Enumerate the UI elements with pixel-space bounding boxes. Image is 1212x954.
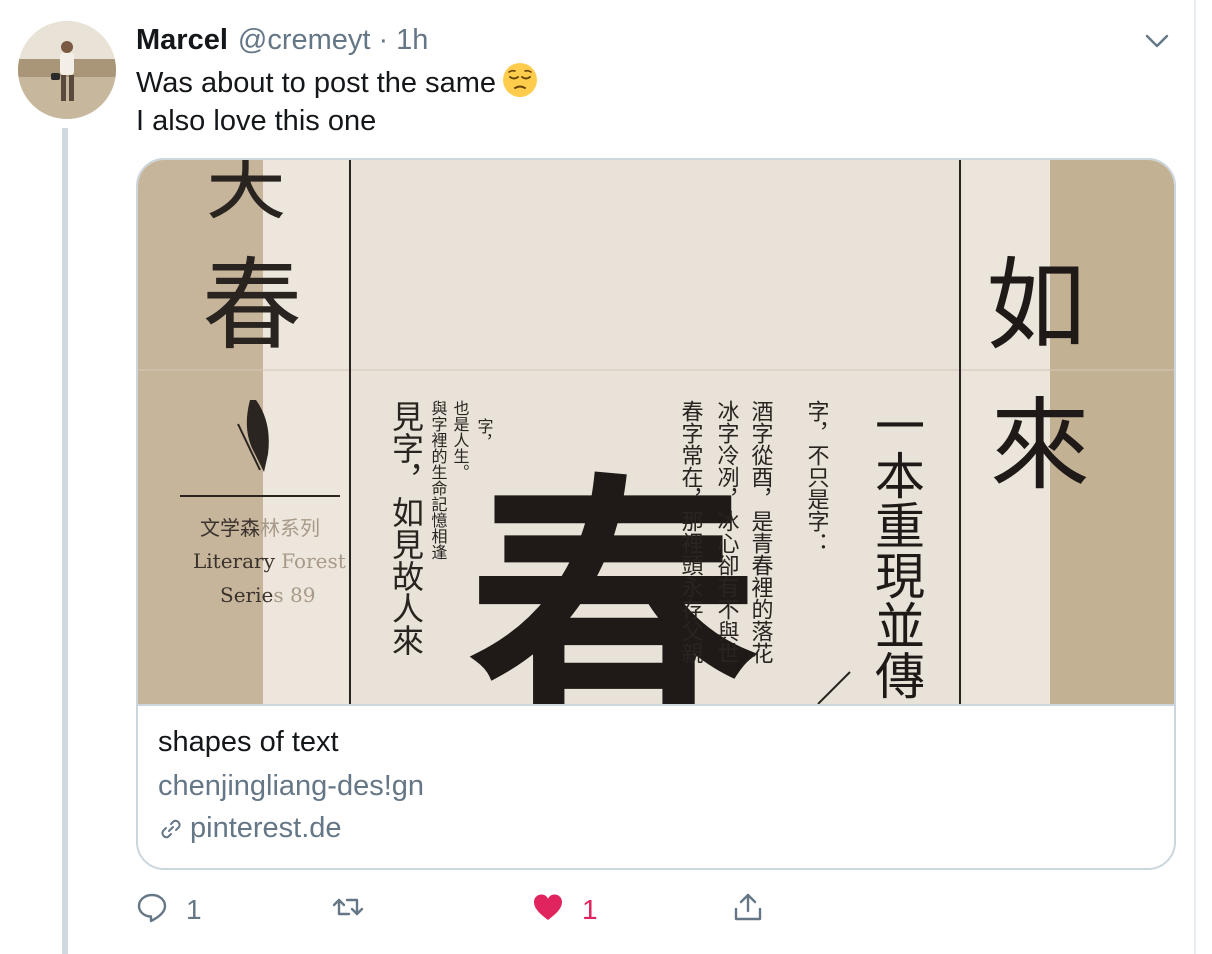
link-icon (158, 816, 184, 842)
cover-column-a: 見字，如見故人來 (387, 400, 425, 656)
cover-column-g: 酒字從酉，是青春裡的落花 (748, 400, 774, 664)
author-name[interactable]: Marcel (136, 24, 228, 57)
tweet-text-line2: I also love this one (136, 105, 377, 137)
timeline-border (1194, 0, 1196, 954)
cover-glyph-right-a: 如 (986, 247, 1086, 364)
card-description: chenjingliang-des!gn (158, 770, 425, 802)
separator-dot: · (378, 23, 389, 56)
retweet-icon (332, 891, 364, 930)
cover-series-en1: Literary Forest (193, 549, 346, 573)
card-title[interactable]: shapes of text (158, 726, 339, 759)
cover-column-e: 春字常在，那裡頭永存父親 (678, 400, 704, 664)
link-card[interactable]: 天 春 文学森林系列 Literary Forest Series 89 見字，… (136, 158, 1176, 870)
cover-glyph-right-b: 來 (990, 387, 1090, 504)
retweet-button[interactable] (332, 886, 382, 934)
cover-column-h: 字，不只是字： (804, 400, 830, 554)
share-button[interactable] (732, 886, 782, 934)
heart-icon (532, 891, 564, 930)
reply-count: 1 (186, 894, 202, 925)
cover-glyph-left: 春 (202, 247, 302, 364)
cover-glyph-left-top: 天 (206, 160, 286, 231)
reply-button[interactable]: 1 (136, 886, 202, 934)
cover-series-cn: 文学森林系列 (200, 516, 320, 540)
avatar[interactable] (18, 21, 116, 119)
author-handle[interactable]: @cremeyt (238, 24, 371, 57)
tweet-text: Was about to post the same I also love t… (136, 62, 1136, 140)
cover-column-f: 冰字冷冽，冰心卻有不與世 (714, 400, 740, 664)
card-domain[interactable]: pinterest.de (158, 812, 342, 845)
cover-column-i: 一本重現並傳 (867, 400, 925, 700)
thread-line (62, 128, 68, 954)
tweet-page: Marcel @cremeyt · 1h Was about to post t… (0, 0, 1212, 954)
cover-column-c: 也是人生。 (451, 400, 470, 480)
card-image[interactable]: 天 春 文学森林系列 Literary Forest Series 89 見字，… (138, 160, 1174, 706)
cover-column-b: 與字裡的生命記憶相逢 (429, 400, 448, 560)
pensive-face-icon (502, 62, 538, 98)
tweet-header: Marcel @cremeyt · 1h (136, 22, 428, 58)
like-button[interactable]: 1 (532, 886, 598, 934)
tweet-text-line1: Was about to post the same (136, 67, 497, 99)
reply-icon (136, 891, 168, 930)
action-bar: 1 1 (136, 886, 836, 934)
share-icon (732, 891, 764, 930)
cover-series-en2: Series 89 (220, 583, 315, 607)
cover-column-d: 字， (475, 418, 494, 450)
card-domain-text: pinterest.de (190, 812, 342, 844)
like-count: 1 (582, 894, 598, 925)
chevron-down-icon[interactable] (1142, 26, 1172, 56)
timestamp[interactable]: 1h (396, 24, 428, 57)
